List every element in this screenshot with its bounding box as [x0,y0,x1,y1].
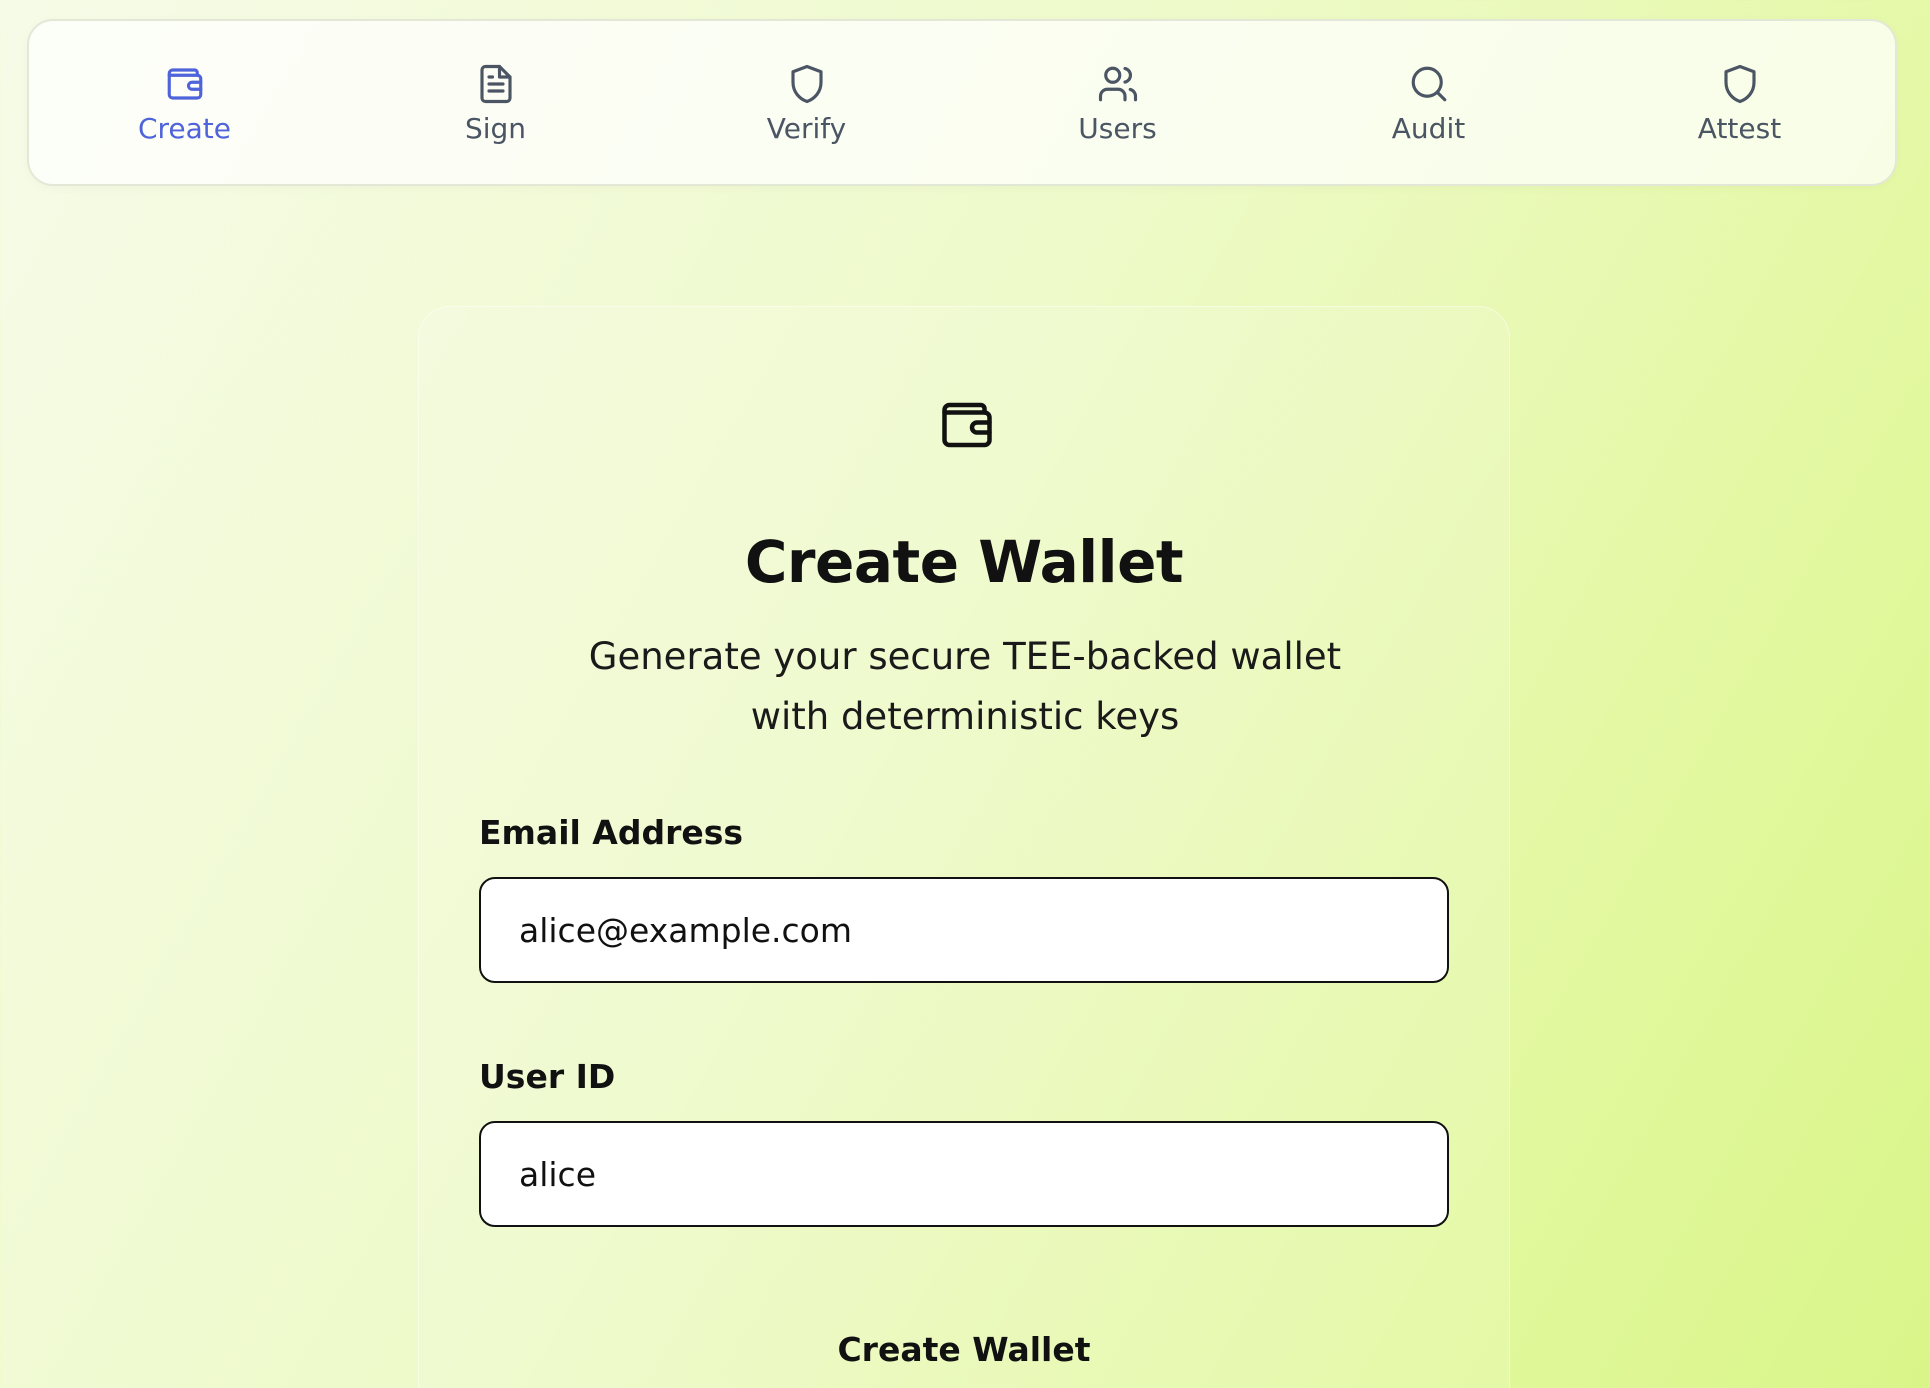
users-icon [1098,66,1137,101]
create-wallet-button[interactable]: Create Wallet [479,1307,1449,1388]
wallet-icon [167,67,202,100]
page-subtitle: Generate your secure TEE-backed wallet w… [588,635,1342,738]
tab-audit[interactable]: Audit [1273,21,1584,184]
user-id-label: User ID [479,1057,616,1096]
tab-attest-label: Attest [1697,111,1782,145]
top-navigation: Create Sign Verify Users Audit Attest [27,19,1897,186]
tab-attest[interactable]: Attest [1584,21,1895,184]
page-title: Create Wallet [744,528,1184,596]
tab-verify-label: Verify [766,111,847,145]
tab-audit-label: Audit [1391,111,1466,145]
search-icon [1411,66,1446,101]
tab-verify[interactable]: Verify [651,21,962,184]
tab-users-label: Users [1078,111,1157,145]
tab-sign[interactable]: Sign [340,21,651,184]
tab-users[interactable]: Users [962,21,1273,184]
shield-icon [790,64,823,103]
document-icon [479,64,512,103]
create-wallet-card: Create Wallet Generate your secure TEE-b… [418,306,1510,1388]
email-field[interactable] [479,877,1449,983]
email-label: Email Address [479,813,744,852]
wallet-icon [942,402,992,448]
tab-create[interactable]: Create [29,21,340,184]
shield-icon [1723,64,1756,103]
tab-sign-label: Sign [464,111,527,145]
tab-create-label: Create [137,111,232,145]
user-id-field[interactable] [479,1121,1449,1227]
